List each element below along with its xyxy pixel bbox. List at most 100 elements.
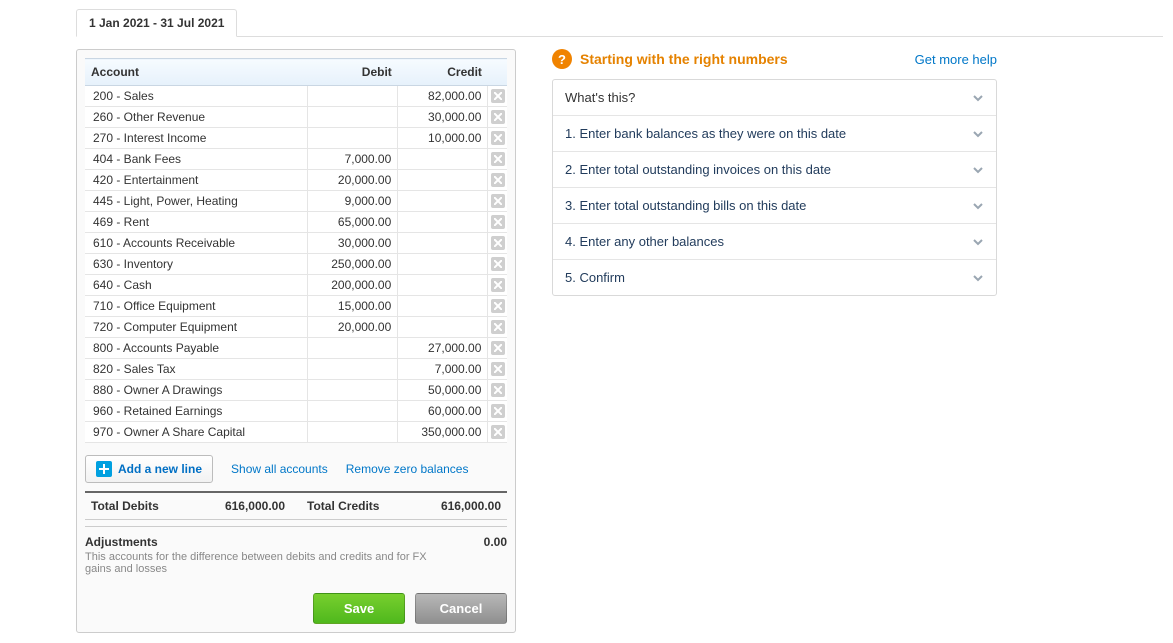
debit-cell[interactable]: 200,000.00 [308, 275, 398, 296]
credit-cell[interactable]: 60,000.00 [398, 401, 488, 422]
debit-cell[interactable] [308, 359, 398, 380]
account-cell[interactable]: 404 - Bank Fees [85, 149, 308, 170]
delete-row-button[interactable] [491, 236, 505, 250]
delete-row-button[interactable] [491, 299, 505, 313]
delete-row-button[interactable] [491, 341, 505, 355]
account-cell[interactable]: 710 - Office Equipment [85, 296, 308, 317]
account-cell[interactable]: 469 - Rent [85, 212, 308, 233]
credit-cell[interactable] [398, 170, 488, 191]
date-range-tab[interactable]: 1 Jan 2021 - 31 Jul 2021 [76, 9, 237, 37]
help-accordion-item[interactable]: 5. Confirm [553, 259, 996, 295]
credit-cell[interactable]: 82,000.00 [398, 86, 488, 107]
total-debits-label: Total Debits [91, 499, 159, 513]
credit-cell[interactable] [398, 254, 488, 275]
account-cell[interactable]: 270 - Interest Income [85, 128, 308, 149]
delete-row-button[interactable] [491, 194, 505, 208]
table-row: 200 - Sales 82,000.00 [85, 86, 507, 107]
add-line-button[interactable]: Add a new line [85, 455, 213, 483]
account-cell[interactable]: 640 - Cash [85, 275, 308, 296]
delete-row-button[interactable] [491, 278, 505, 292]
help-title: Starting with the right numbers [580, 51, 788, 67]
help-accordion-item[interactable]: 4. Enter any other balances [553, 223, 996, 259]
credit-cell[interactable]: 10,000.00 [398, 128, 488, 149]
help-icon: ? [552, 49, 572, 69]
get-more-help-link[interactable]: Get more help [915, 52, 997, 67]
credit-cell[interactable]: 30,000.00 [398, 107, 488, 128]
help-item-label: 3. Enter total outstanding bills on this… [565, 198, 806, 213]
table-row: 880 - Owner A Drawings 50,000.00 [85, 380, 507, 401]
debit-cell[interactable]: 9,000.00 [308, 191, 398, 212]
delete-row-button[interactable] [491, 89, 505, 103]
debit-cell[interactable]: 30,000.00 [308, 233, 398, 254]
adjustments-section: Adjustments 0.00 This accounts for the d… [85, 526, 507, 575]
account-cell[interactable]: 260 - Other Revenue [85, 107, 308, 128]
table-row: 720 - Computer Equipment20,000.00 [85, 317, 507, 338]
credit-cell[interactable]: 350,000.00 [398, 422, 488, 443]
debit-cell[interactable]: 20,000.00 [308, 170, 398, 191]
delete-row-button[interactable] [491, 383, 505, 397]
delete-row-button[interactable] [491, 110, 505, 124]
add-line-label: Add a new line [118, 462, 202, 476]
account-cell[interactable]: 610 - Accounts Receivable [85, 233, 308, 254]
cancel-button[interactable]: Cancel [415, 593, 507, 624]
credit-cell[interactable] [398, 212, 488, 233]
help-item-label: 4. Enter any other balances [565, 234, 724, 249]
debit-cell[interactable] [308, 86, 398, 107]
debit-cell[interactable]: 20,000.00 [308, 317, 398, 338]
debit-cell[interactable] [308, 380, 398, 401]
show-all-accounts-link[interactable]: Show all accounts [231, 462, 328, 476]
delete-row-button[interactable] [491, 425, 505, 439]
account-cell[interactable]: 960 - Retained Earnings [85, 401, 308, 422]
debit-cell[interactable]: 15,000.00 [308, 296, 398, 317]
help-item-label: 2. Enter total outstanding invoices on t… [565, 162, 831, 177]
account-cell[interactable]: 820 - Sales Tax [85, 359, 308, 380]
account-cell[interactable]: 720 - Computer Equipment [85, 317, 308, 338]
credit-cell[interactable] [398, 233, 488, 254]
delete-row-button[interactable] [491, 152, 505, 166]
table-row: 970 - Owner A Share Capital 350,000.00 [85, 422, 507, 443]
credit-cell[interactable] [398, 191, 488, 212]
account-cell[interactable]: 200 - Sales [85, 86, 308, 107]
debit-cell[interactable] [308, 128, 398, 149]
debit-cell[interactable] [308, 338, 398, 359]
account-cell[interactable]: 880 - Owner A Drawings [85, 380, 308, 401]
delete-row-button[interactable] [491, 215, 505, 229]
adjustments-label: Adjustments [85, 535, 158, 549]
account-cell[interactable]: 630 - Inventory [85, 254, 308, 275]
debit-cell[interactable]: 250,000.00 [308, 254, 398, 275]
help-accordion-item[interactable]: 2. Enter total outstanding invoices on t… [553, 151, 996, 187]
credit-cell[interactable]: 7,000.00 [398, 359, 488, 380]
account-cell[interactable]: 445 - Light, Power, Heating [85, 191, 308, 212]
debit-cell[interactable] [308, 401, 398, 422]
help-accordion-item[interactable]: What's this? [553, 80, 996, 115]
date-range-label: 1 Jan 2021 - 31 Jul 2021 [89, 16, 224, 30]
remove-zero-balances-link[interactable]: Remove zero balances [346, 462, 469, 476]
account-cell[interactable]: 420 - Entertainment [85, 170, 308, 191]
debit-cell[interactable]: 7,000.00 [308, 149, 398, 170]
credit-cell[interactable] [398, 275, 488, 296]
total-credits-label: Total Credits [307, 499, 379, 513]
debit-cell[interactable] [308, 107, 398, 128]
credit-cell[interactable]: 27,000.00 [398, 338, 488, 359]
delete-row-button[interactable] [491, 173, 505, 187]
debit-cell[interactable]: 65,000.00 [308, 212, 398, 233]
debit-cell[interactable] [308, 422, 398, 443]
delete-row-button[interactable] [491, 257, 505, 271]
credit-cell[interactable] [398, 149, 488, 170]
credit-cell[interactable] [398, 317, 488, 338]
table-row: 445 - Light, Power, Heating9,000.00 [85, 191, 507, 212]
help-accordion-item[interactable]: 3. Enter total outstanding bills on this… [553, 187, 996, 223]
delete-row-button[interactable] [491, 404, 505, 418]
total-credits-value: 616,000.00 [441, 499, 501, 513]
save-button[interactable]: Save [313, 593, 405, 624]
delete-row-button[interactable] [491, 131, 505, 145]
chevron-down-icon [972, 272, 984, 284]
account-cell[interactable]: 970 - Owner A Share Capital [85, 422, 308, 443]
help-accordion-item[interactable]: 1. Enter bank balances as they were on t… [553, 115, 996, 151]
credit-cell[interactable]: 50,000.00 [398, 380, 488, 401]
credit-cell[interactable] [398, 296, 488, 317]
delete-row-button[interactable] [491, 320, 505, 334]
delete-row-button[interactable] [491, 362, 505, 376]
balances-panel: Account Debit Credit 200 - Sales82,000.0… [76, 49, 516, 633]
account-cell[interactable]: 800 - Accounts Payable [85, 338, 308, 359]
